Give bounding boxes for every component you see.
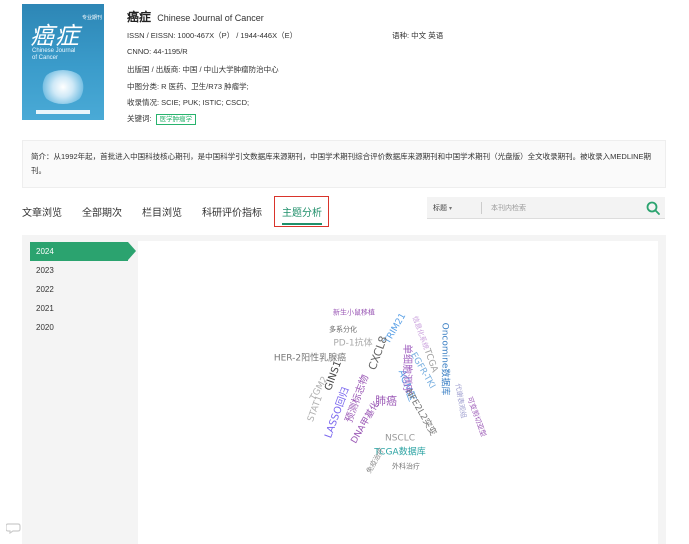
word-cloud-term[interactable]: NFE2L2突变 — [403, 388, 438, 438]
journal-keywords: 关键词: 医学肿瘤学 — [127, 113, 197, 125]
cover-label: 专业期刊 — [82, 15, 103, 21]
cover-emblem-icon — [40, 70, 86, 104]
tab-article-browse[interactable]: 文章浏览 — [22, 204, 62, 219]
journal-title: 癌症 Chinese Journal of Cancer — [127, 8, 264, 25]
tab-research-metrics[interactable]: 科研评价指标 — [202, 204, 262, 219]
journal-cover[interactable]: 专业期刊 癌症 Chinese Journal of Cancer — [22, 4, 104, 120]
word-cloud-term[interactable]: STAT1 — [306, 394, 325, 423]
tab-active-underline — [282, 223, 322, 225]
word-cloud-term[interactable]: 代谢表观组 — [454, 383, 468, 419]
keyword-tag[interactable]: 医学肿瘤学 — [155, 114, 197, 125]
watermark — [6, 520, 22, 534]
journal-issn: ISSN / EISSN: 1000-467X（P） / 1944-446X（E… — [127, 31, 298, 40]
chat-bubble-icon — [6, 523, 21, 534]
year-list: 2024 2023 2022 2021 2020 — [30, 242, 136, 337]
word-cloud-term[interactable]: 外科治疗 — [392, 463, 420, 471]
year-item[interactable]: 2020 — [30, 318, 134, 337]
search-bar: 标题 ▾ 本刊内检索 — [427, 197, 665, 219]
year-item[interactable]: 2021 — [30, 299, 134, 318]
journal-intro: 简介：从1992年起，首批进入中国科技核心期刊，是中国科学引文数据库来源期刊，中… — [22, 140, 666, 188]
word-cloud-term[interactable]: Oncomine数据库 — [440, 323, 450, 396]
word-cloud: 新生小鼠移植 TRIM21 多系分化 PD-1抗体 信息化系统 CXCL8 HER-2阳性乳… — [138, 241, 658, 544]
word-cloud-term[interactable]: NSCLC — [385, 434, 415, 444]
journal-publisher: 出版国 / 出版商: 中国 / 中山大学肿瘤防治中心 — [127, 65, 279, 74]
journal-language: 语种: 中文 英语 — [392, 31, 444, 40]
year-item[interactable]: 2023 — [30, 261, 134, 280]
search-icon[interactable] — [645, 200, 661, 216]
cover-footer-bar — [36, 110, 90, 114]
word-cloud-term[interactable]: PD-1抗体 — [333, 339, 372, 349]
word-cloud-term[interactable]: 可变剪切亚型 — [466, 396, 488, 438]
tab-column-browse[interactable]: 栏目浏览 — [142, 204, 182, 219]
word-cloud-term[interactable]: 免疫治疗 — [365, 447, 386, 475]
journal-title-cn: 癌症 — [127, 10, 152, 24]
year-item[interactable]: 2022 — [30, 280, 134, 299]
chevron-down-icon: ▾ — [448, 206, 452, 212]
word-cloud-term[interactable]: 信息化系统 — [411, 315, 430, 351]
search-input[interactable]: 本刊内检索 — [491, 203, 526, 213]
journal-indexing: 收录情况: SCIE; PUK; ISTIC; CSCD; — [127, 98, 250, 107]
cover-english-title: Chinese Journal of Cancer — [32, 48, 76, 61]
journal-cnno: CNNO: 44-1195/R — [127, 47, 188, 56]
cover-title: 癌症 — [30, 22, 80, 50]
tab-all-issues[interactable]: 全部期次 — [82, 204, 122, 219]
word-cloud-term[interactable]: 多系分化 — [329, 326, 357, 334]
word-cloud-term[interactable]: 新生小鼠移植 — [333, 309, 375, 317]
year-item[interactable]: 2024 — [30, 242, 136, 261]
search-divider — [481, 202, 482, 214]
word-cloud-term[interactable]: 单细胞测序 — [401, 344, 412, 394]
keyword-label: 关键词: — [127, 114, 152, 123]
search-field-select[interactable]: 标题 ▾ — [433, 203, 452, 213]
journal-title-en: Chinese Journal of Cancer — [157, 13, 264, 23]
journal-classification: 中图分类: R 医药、卫生/R73 肿瘤学; — [127, 82, 249, 91]
